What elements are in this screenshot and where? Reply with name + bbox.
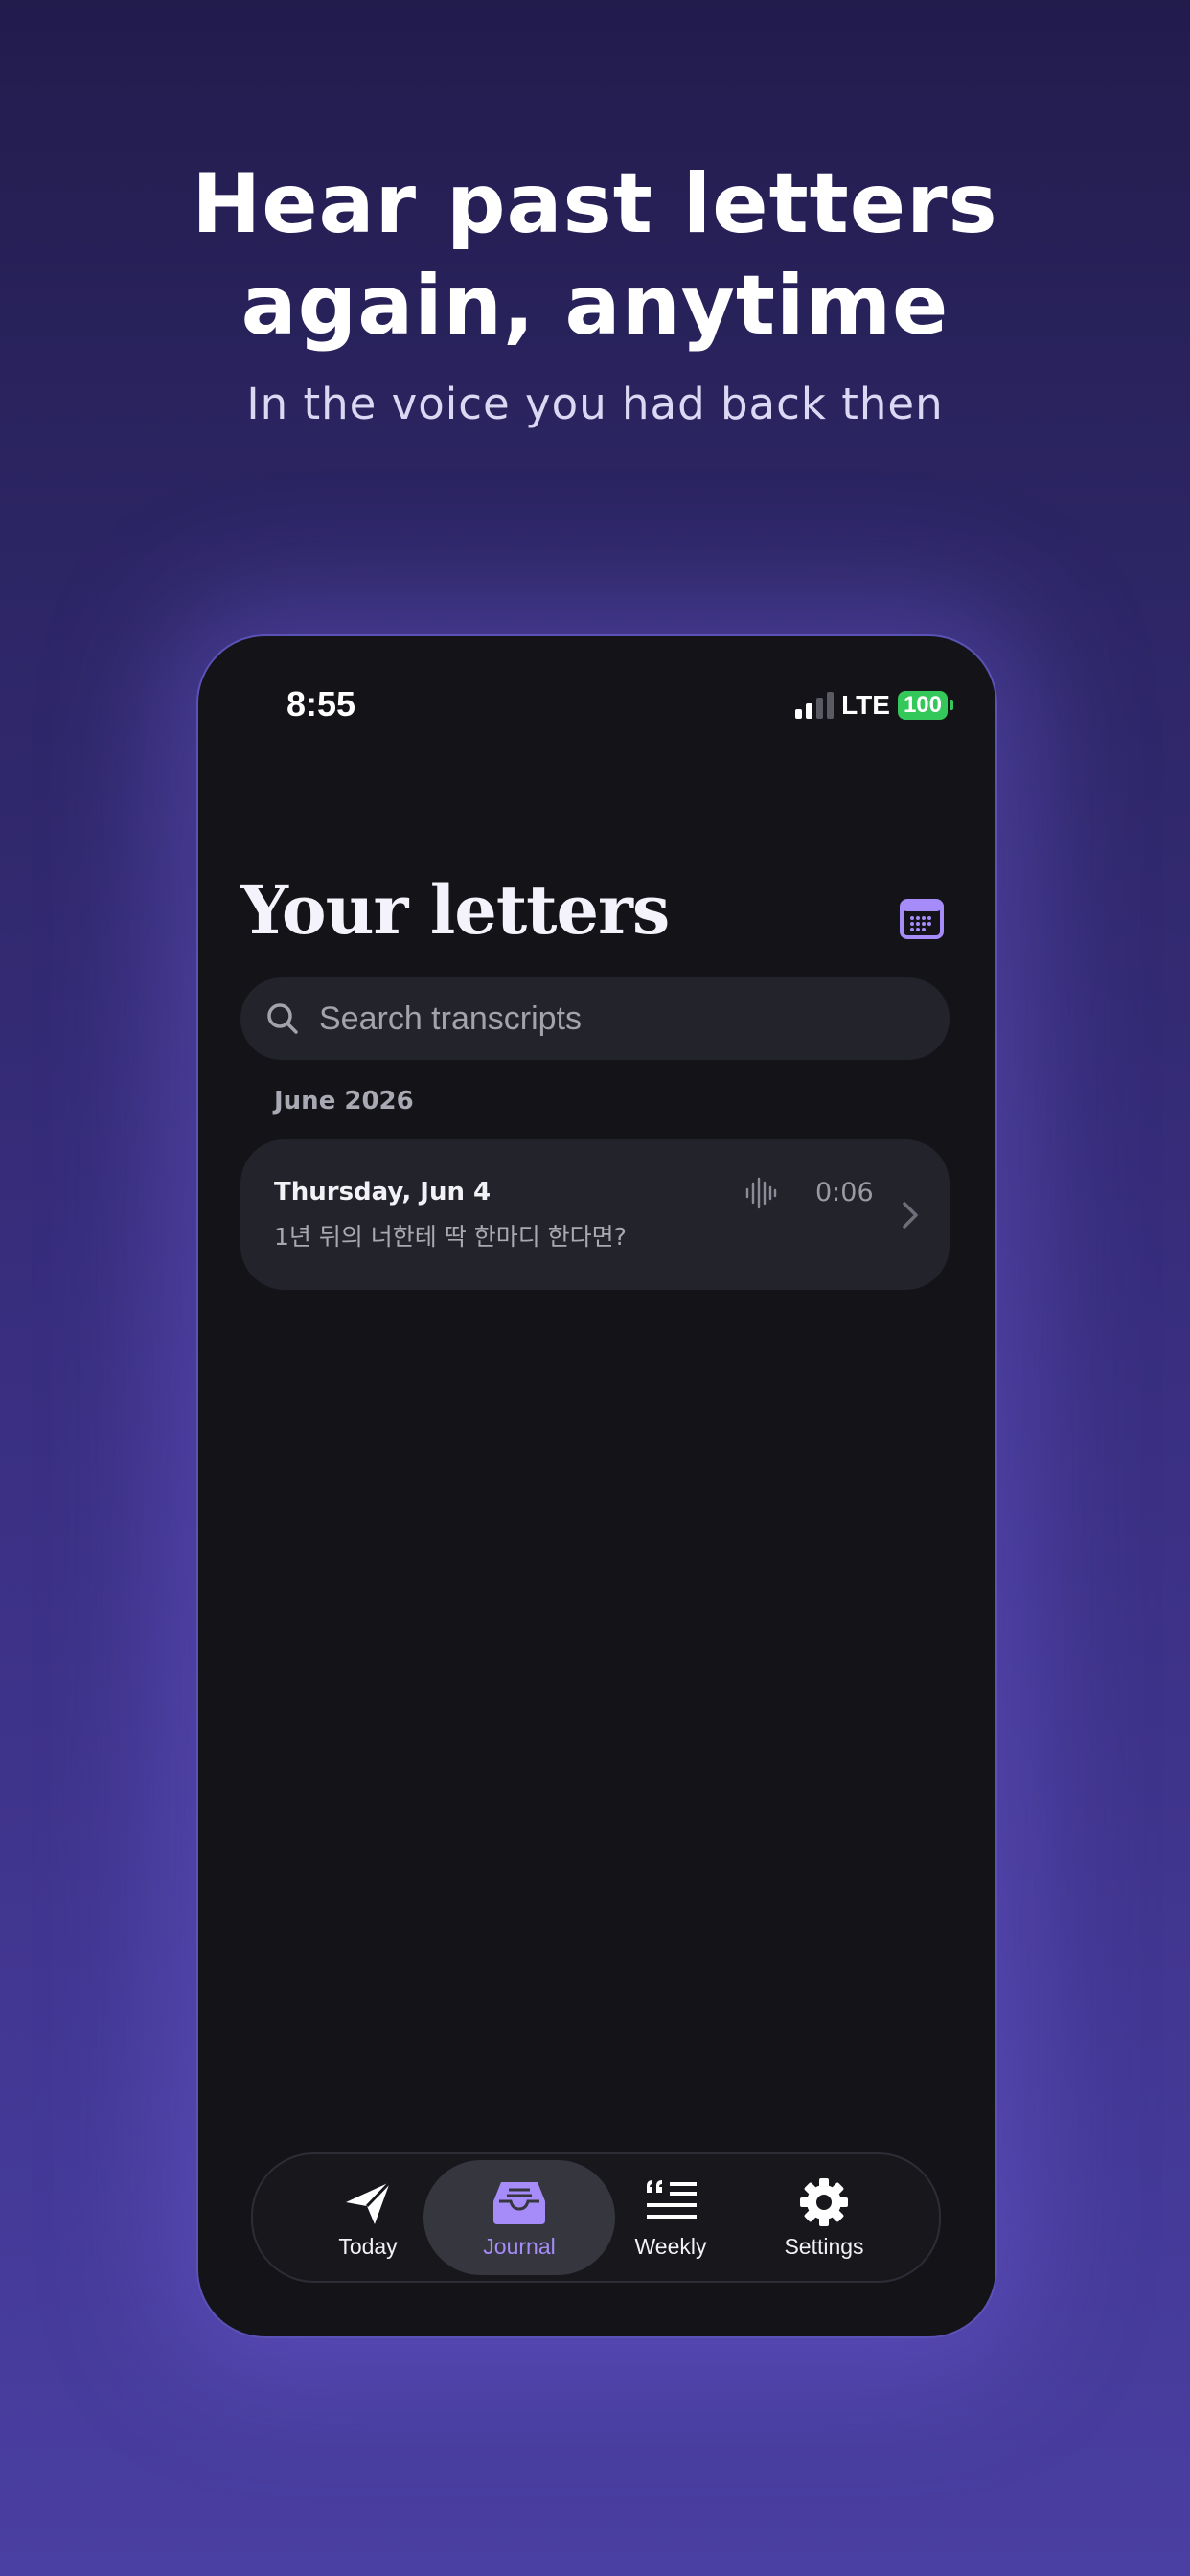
calendar-icon: [900, 899, 944, 939]
status-indicators: LTE 100: [795, 690, 954, 721]
entry-date: Thursday, Jun 4: [274, 1178, 492, 1207]
inbox-tray-icon: [493, 2181, 545, 2224]
search-bar[interactable]: [240, 978, 950, 1060]
section-header-month: June 2026: [274, 1087, 414, 1116]
quote-list-icon: [647, 2179, 697, 2219]
audio-waveform-icon: [745, 1177, 777, 1209]
entry-transcript-preview: 1년 뒤의 너한테 딱 한마디 한다면?: [274, 1223, 627, 1251]
promo-subhead: In the voice you had back then: [246, 379, 944, 429]
entry-duration: 0:06: [815, 1178, 874, 1208]
gear-icon: [800, 2177, 848, 2226]
promo-headline-line2: again, anytime: [240, 258, 950, 354]
letter-entry[interactable]: Thursday, Jun 4 1년 뒤의 너한테 딱 한마디 한다면? 0:0…: [240, 1139, 950, 1290]
promo-headline-line1: Hear past letters: [192, 156, 998, 252]
search-input[interactable]: [317, 989, 915, 1048]
paper-plane-icon: [346, 2180, 392, 2224]
promo-headline: Hear past letters again, anytime: [0, 153, 1190, 356]
chevron-right-icon: [903, 1202, 918, 1229]
calendar-button[interactable]: [900, 897, 944, 941]
tab-label-journal: Journal: [483, 2233, 556, 2259]
phone-screen: 8:55 LTE 100 Your letters June 202: [196, 634, 997, 2338]
status-time: 8:55: [286, 684, 356, 724]
battery-indicator: 100: [897, 691, 954, 720]
page-title: Your letters: [240, 870, 670, 950]
tab-label-weekly: Weekly: [634, 2233, 707, 2259]
tab-bar: Today Journal Weekly Settings: [251, 2152, 941, 2283]
search-icon: [267, 1003, 298, 1034]
tab-settings[interactable]: Settings: [728, 2160, 920, 2275]
signal-icon: [795, 692, 835, 719]
tab-label-today: Today: [338, 2233, 398, 2259]
network-type: LTE: [841, 690, 890, 720]
tab-label-settings: Settings: [784, 2233, 864, 2259]
